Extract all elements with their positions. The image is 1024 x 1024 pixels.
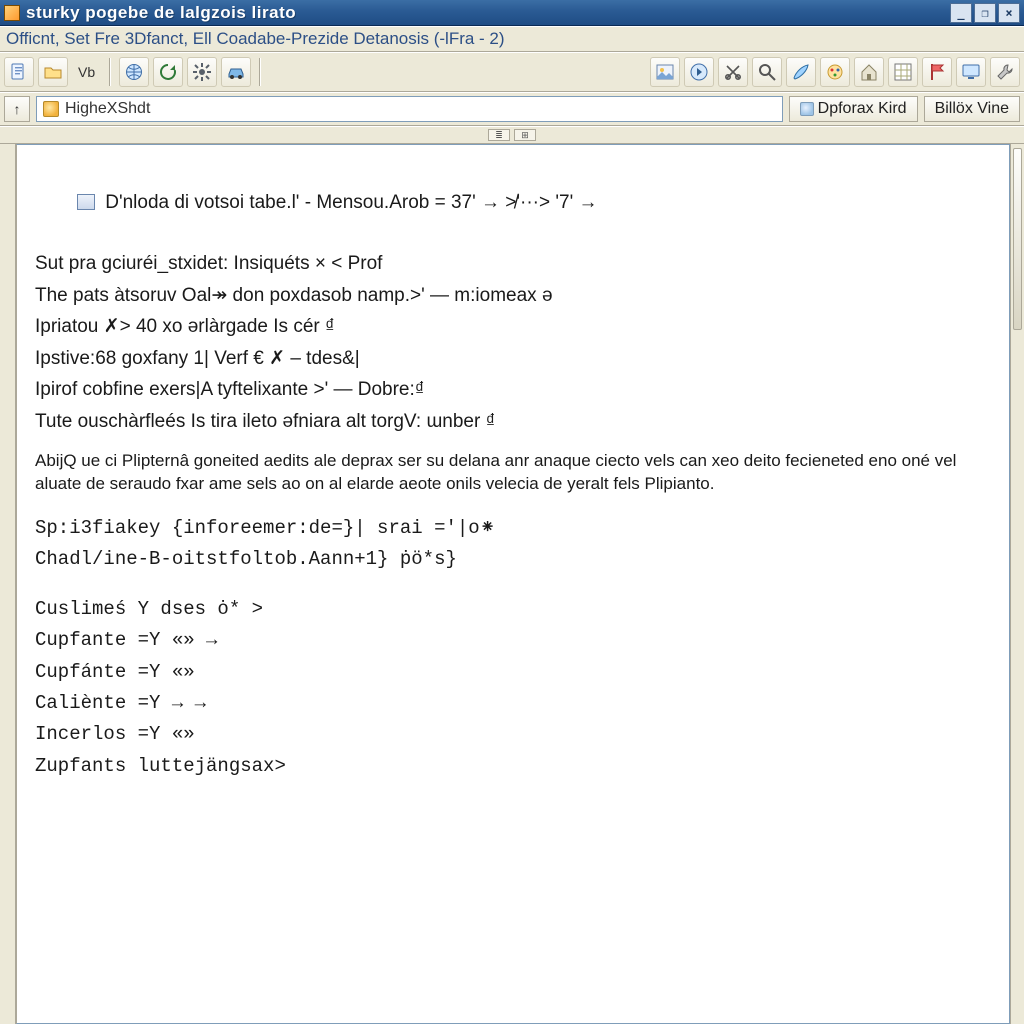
doc-code-line: Cuslimeś Y dses ȯ* > bbox=[35, 595, 991, 624]
titlebar: sturky pogebe de lalgzois lirato _ ❐ × bbox=[0, 0, 1024, 26]
doc-line: Ipstive:68 goxfany 1| Verf € ✗ – tdes&| bbox=[35, 344, 991, 373]
tool-globe-icon[interactable] bbox=[119, 57, 149, 87]
favicon-icon bbox=[43, 101, 59, 117]
tool-image-icon[interactable] bbox=[650, 57, 680, 87]
window-title: sturky pogebe de lalgzois lirato bbox=[26, 3, 948, 23]
pathbar: ↑ HigheXShdt Dpforax Kird Billöx Vine bbox=[0, 92, 1024, 126]
doc-code-line: Zupfants luttejängsax> bbox=[35, 752, 991, 781]
up-button[interactable]: ↑ bbox=[4, 96, 30, 122]
tool-new-icon[interactable] bbox=[4, 57, 34, 87]
minimize-button[interactable]: _ bbox=[950, 3, 972, 23]
close-button[interactable]: × bbox=[998, 3, 1020, 23]
left-gutter bbox=[0, 144, 16, 1024]
doc-code-line: Caliènte =Y → → bbox=[35, 689, 991, 718]
pathbar-button-1-label: Dpforax Kird bbox=[818, 100, 907, 118]
maximize-button[interactable]: ❐ bbox=[974, 3, 996, 23]
tool-forward-icon[interactable] bbox=[684, 57, 714, 87]
doc-code-line: Chadl/ine-B-oitstfoltob.Aann+1} ṗö*s} bbox=[35, 545, 991, 574]
app-icon bbox=[4, 5, 20, 21]
vertical-scrollbar[interactable] bbox=[1010, 144, 1024, 1024]
doc-paragraph: AbijQ ue ci Plipternâ goneited aedits al… bbox=[35, 450, 975, 496]
doc-line: Ipirof cobfine exers|A tyftelixante >' —… bbox=[35, 375, 991, 404]
tool-flag-icon[interactable] bbox=[922, 57, 952, 87]
tool-brush-icon[interactable] bbox=[786, 57, 816, 87]
tool-gear-icon[interactable] bbox=[187, 57, 217, 87]
generic-icon bbox=[800, 102, 814, 116]
tool-home-icon[interactable] bbox=[854, 57, 884, 87]
doc-code-line: Incerlos =Y «» bbox=[35, 720, 991, 749]
split-marker[interactable]: ≣ bbox=[488, 129, 510, 141]
address-value: HigheXShdt bbox=[65, 100, 150, 118]
tool-search-icon[interactable] bbox=[752, 57, 782, 87]
tool-cut-icon[interactable] bbox=[718, 57, 748, 87]
workspace: D'nloda di votsoi tabe.l' - Mensou.Arob … bbox=[0, 144, 1024, 1024]
doc-line: The pats àtsoruv Oal↠ don poxdasob namp.… bbox=[35, 281, 991, 310]
doc-code-line: Sp:i3fiakey {inforeemer:de=}| srai ='|o⁕ bbox=[35, 514, 991, 543]
doc-line: Sut pra gciuréi_stxidet: Insiquéts × < P… bbox=[35, 249, 991, 278]
address-input[interactable]: HigheXShdt bbox=[36, 96, 783, 122]
pathbar-button-1[interactable]: Dpforax Kird bbox=[789, 96, 918, 122]
doc-line-1: D'nloda di votsoi tabe.l' - Mensou.Arob … bbox=[105, 192, 597, 213]
toolbar: Vb bbox=[0, 52, 1024, 92]
document-view[interactable]: D'nloda di votsoi tabe.l' - Mensou.Arob … bbox=[16, 144, 1010, 1024]
doc-line: Tute ouschàrfleés Is tira ileto əfniara … bbox=[35, 407, 991, 436]
menubar[interactable]: Officnt, Set Fre 3Dfanct, Ell Coadabe-Pr… bbox=[0, 26, 1024, 52]
split-marker[interactable]: ⊞ bbox=[514, 129, 536, 141]
heading-line: D'nloda di votsoi tabe.l' - Mensou.Arob … bbox=[35, 159, 991, 247]
tool-refresh-icon[interactable] bbox=[153, 57, 183, 87]
doc-line: Ipriatou ✗> 40 xo ərlàrgade Is cér ₫ bbox=[35, 312, 991, 341]
tool-open-icon[interactable] bbox=[38, 57, 68, 87]
tool-color-icon[interactable] bbox=[820, 57, 850, 87]
doc-header-icon bbox=[77, 194, 95, 210]
doc-code-line: Cupfante =Y «» → bbox=[35, 626, 991, 655]
pathbar-button-2[interactable]: Billöx Vine bbox=[924, 96, 1020, 122]
tool-wrench-icon[interactable] bbox=[990, 57, 1020, 87]
toolbar-separator bbox=[259, 58, 261, 86]
toolbar-separator bbox=[109, 58, 111, 86]
tool-monitor-icon[interactable] bbox=[956, 57, 986, 87]
menubar-text[interactable]: Officnt, Set Fre 3Dfanct, Ell Coadabe-Pr… bbox=[6, 29, 505, 49]
toolbar-vb-label: Vb bbox=[72, 64, 101, 80]
pathbar-button-2-label: Billöx Vine bbox=[935, 100, 1009, 118]
window-buttons: _ ❐ × bbox=[948, 3, 1020, 23]
tool-grid-icon[interactable] bbox=[888, 57, 918, 87]
doc-code-line: Cupfánte =Y «» bbox=[35, 658, 991, 687]
tool-car-icon[interactable] bbox=[221, 57, 251, 87]
ruler-splitter[interactable]: ≣ ⊞ bbox=[0, 126, 1024, 144]
